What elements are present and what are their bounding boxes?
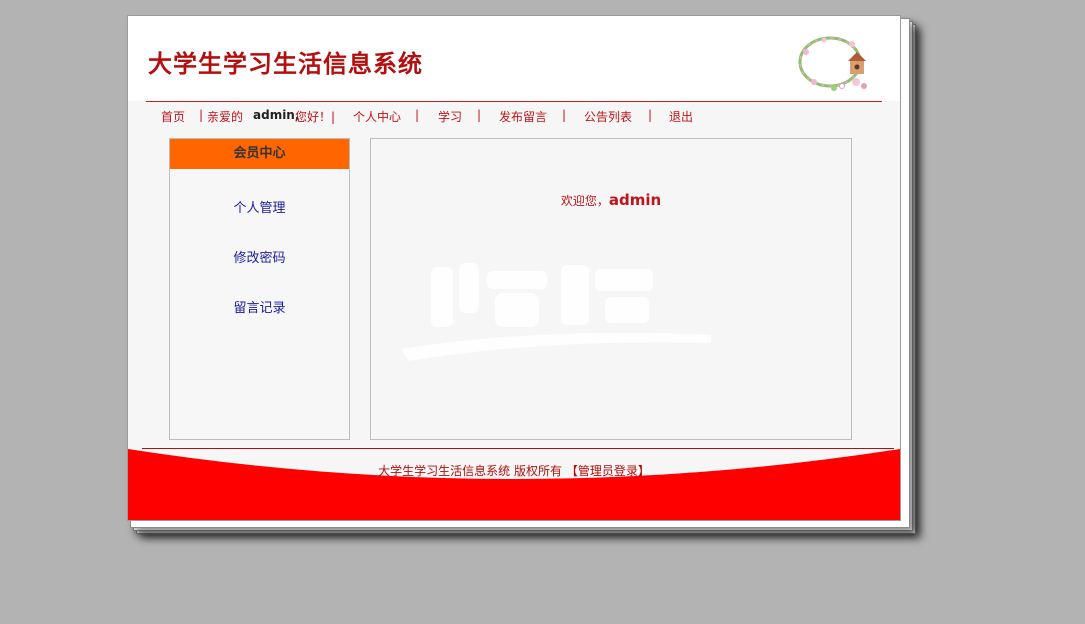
main-content: 欢迎您，admin xyxy=(370,138,852,440)
greeting-suffix: 您好！| xyxy=(295,110,336,124)
watermark-logo xyxy=(401,263,711,361)
sidebar-item-personal-management[interactable]: 个人管理 xyxy=(170,197,349,216)
nav-separator: | xyxy=(562,108,567,122)
flower-wreath-logo xyxy=(798,36,867,91)
nav-separator: | xyxy=(477,108,482,122)
nav-separator: | xyxy=(415,108,420,122)
header-divider xyxy=(146,101,882,102)
nav-personal-center[interactable]: 个人中心 xyxy=(353,108,401,125)
nav-study[interactable]: 学习 xyxy=(438,108,462,125)
welcome-username: admin xyxy=(608,191,662,209)
greeting-username: admin, xyxy=(253,108,300,122)
footer-text: 大学生学习生活信息系统 版权所有 【管理员登录】 xyxy=(128,462,900,479)
nav-separator: | xyxy=(199,108,204,122)
nav-separator: | xyxy=(648,108,653,122)
admin-login-link[interactable]: 【管理员登录】 xyxy=(566,464,650,478)
welcome-message: 欢迎您，admin xyxy=(371,191,851,209)
sidebar-title: 会员中心 xyxy=(170,139,349,169)
welcome-prefix: 欢迎您， xyxy=(560,194,609,208)
site-title: 大学生学习生活信息系统 xyxy=(148,50,423,78)
nav-home[interactable]: 首页 xyxy=(161,108,185,125)
nav-post-message[interactable]: 发布留言 xyxy=(499,108,547,125)
greeting-prefix: 亲爱的 xyxy=(207,110,244,124)
footer-background xyxy=(128,449,900,520)
page-container: 大学生学习生活信息系统 首页 | 亲爱的 admin, 您好！| 个人中心 | … xyxy=(127,15,901,521)
site-header: 大学生学习生活信息系统 xyxy=(128,16,900,101)
member-sidebar: 会员中心 个人管理 修改密码 留言记录 xyxy=(169,138,350,440)
nav-announcements[interactable]: 公告列表 xyxy=(584,108,632,125)
footer-copyright: 大学生学习生活信息系统 版权所有 xyxy=(378,464,562,478)
nav-logout[interactable]: 退出 xyxy=(669,108,693,125)
sidebar-item-change-password[interactable]: 修改密码 xyxy=(170,247,349,266)
sidebar-item-message-records[interactable]: 留言记录 xyxy=(170,297,349,316)
